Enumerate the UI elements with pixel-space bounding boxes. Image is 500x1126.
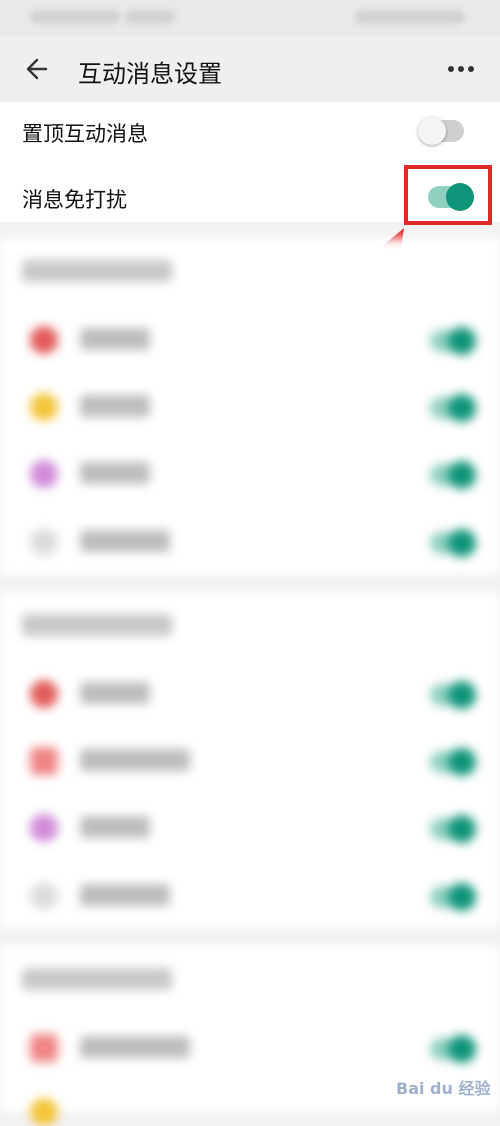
blurred-item-label (80, 816, 150, 838)
toggle-knob (448, 461, 476, 489)
blurred-toggle[interactable] (430, 815, 476, 843)
blurred-toggle[interactable] (430, 883, 476, 911)
do-not-disturb-label: 消息免打扰 (22, 188, 127, 212)
blurred-item-icon (30, 1034, 58, 1062)
blurred-toggle[interactable] (430, 748, 476, 776)
blurred-item-label (80, 1036, 190, 1058)
blurred-toggle[interactable] (430, 1035, 476, 1063)
blurred-item-label (80, 462, 150, 484)
pin-messages-toggle[interactable] (418, 117, 464, 145)
highlight-box (404, 165, 492, 225)
toggle-knob (448, 748, 476, 776)
arrow-left-icon (26, 58, 48, 80)
status-bar (0, 0, 500, 36)
status-bar-left-blur (30, 10, 120, 24)
blurred-item-icon (30, 393, 58, 421)
pin-messages-label: 置顶互动消息 (22, 122, 148, 146)
status-bar-right-blur (355, 10, 465, 24)
watermark-text: Bai du 经验 (396, 1079, 491, 1098)
toggle-knob (448, 815, 476, 843)
blurred-section-title (22, 968, 172, 990)
toggle-knob (418, 117, 446, 145)
blurred-item-icon (30, 1098, 58, 1126)
toggle-knob (448, 1035, 476, 1063)
blurred-item-icon (30, 680, 58, 708)
toggle-knob (448, 883, 476, 911)
toggle-knob (448, 327, 476, 355)
blurred-item-icon (30, 882, 58, 910)
blurred-toggle[interactable] (430, 394, 476, 422)
blurred-item-icon (30, 814, 58, 842)
toggle-knob (448, 394, 476, 422)
back-button[interactable] (22, 54, 56, 84)
more-button[interactable] (448, 64, 474, 74)
blurred-toggle[interactable] (430, 461, 476, 489)
blurred-item-icon (30, 326, 58, 354)
blurred-toggle[interactable] (430, 529, 476, 557)
page-title: 互动消息设置 (78, 60, 222, 88)
blurred-item-icon (30, 747, 58, 775)
blurred-item-label (80, 884, 170, 906)
blurred-toggle[interactable] (430, 327, 476, 355)
blurred-item-label (80, 682, 150, 704)
status-bar-mid-blur (125, 10, 175, 24)
blurred-section-2 (0, 592, 500, 928)
blurred-section-1 (0, 238, 500, 574)
blurred-item-label (80, 530, 170, 552)
blurred-item-label (80, 328, 150, 350)
blurred-item-icon (30, 460, 58, 488)
blurred-section-title (22, 614, 172, 636)
toggle-knob (448, 529, 476, 557)
blurred-item-label (80, 395, 150, 417)
blurred-toggle[interactable] (430, 681, 476, 709)
toggle-knob (448, 681, 476, 709)
blurred-item-icon (30, 528, 58, 556)
top-app-bar: 互动消息设置 (0, 36, 500, 102)
blurred-item-label (80, 749, 190, 771)
watermark: Bai du 经验 (396, 1063, 492, 1105)
blurred-section-title (22, 260, 172, 282)
